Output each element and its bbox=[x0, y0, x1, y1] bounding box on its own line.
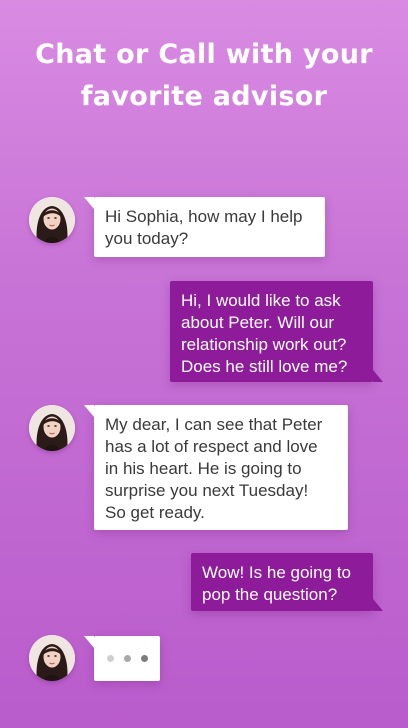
message-line: Wow! Is he going to bbox=[202, 563, 351, 582]
message-line: Hi Sophia, how may I help bbox=[105, 207, 303, 226]
message-bubble-user-2: Wow! Is he going to pop the question? bbox=[191, 553, 373, 611]
message-bubble-user-1: Hi, I would like to ask about Peter. Wil… bbox=[170, 281, 373, 382]
typing-dot bbox=[106, 655, 114, 662]
advisor-avatar[interactable] bbox=[29, 635, 75, 681]
message-line: you today? bbox=[105, 229, 189, 248]
bubble-tail bbox=[84, 197, 94, 209]
bubble-tail bbox=[373, 370, 383, 382]
bubble-tail bbox=[84, 636, 94, 648]
headline-line-2: favorite advisor bbox=[80, 81, 328, 112]
message-line: in his heart. He is going to bbox=[105, 459, 302, 478]
advisor-avatar[interactable] bbox=[29, 197, 75, 243]
message-line: Hi, I would like to ask bbox=[181, 291, 341, 310]
advisor-avatar[interactable] bbox=[29, 405, 75, 451]
bubble-tail bbox=[373, 599, 383, 611]
headline-line-1: Chat or Call with your bbox=[35, 39, 373, 70]
message-line: surprise you next Tuesday! bbox=[105, 481, 309, 500]
bubble-tail bbox=[84, 405, 94, 417]
message-line: about Peter. Will our bbox=[181, 313, 335, 332]
advisor-portrait-icon bbox=[29, 635, 75, 681]
message-bubble-advisor-1: Hi Sophia, how may I help you today? bbox=[94, 197, 325, 257]
message-line: pop the question? bbox=[202, 585, 338, 604]
advisor-portrait-icon bbox=[29, 197, 75, 243]
typing-dots-icon bbox=[94, 636, 160, 681]
message-line: My dear, I can see that Peter bbox=[105, 415, 323, 434]
message-line: Does he still love me? bbox=[181, 357, 348, 376]
typing-dot bbox=[140, 655, 148, 662]
headline: Chat or Call with your favorite advisor bbox=[0, 34, 408, 118]
message-line: has a lot of respect and love bbox=[105, 437, 318, 456]
message-line: So get ready. bbox=[105, 503, 205, 522]
message-line: relationship work out? bbox=[181, 335, 347, 354]
advisor-portrait-icon bbox=[29, 405, 75, 451]
typing-dot bbox=[123, 655, 131, 662]
message-bubble-advisor-2: My dear, I can see that Peter has a lot … bbox=[94, 405, 348, 530]
